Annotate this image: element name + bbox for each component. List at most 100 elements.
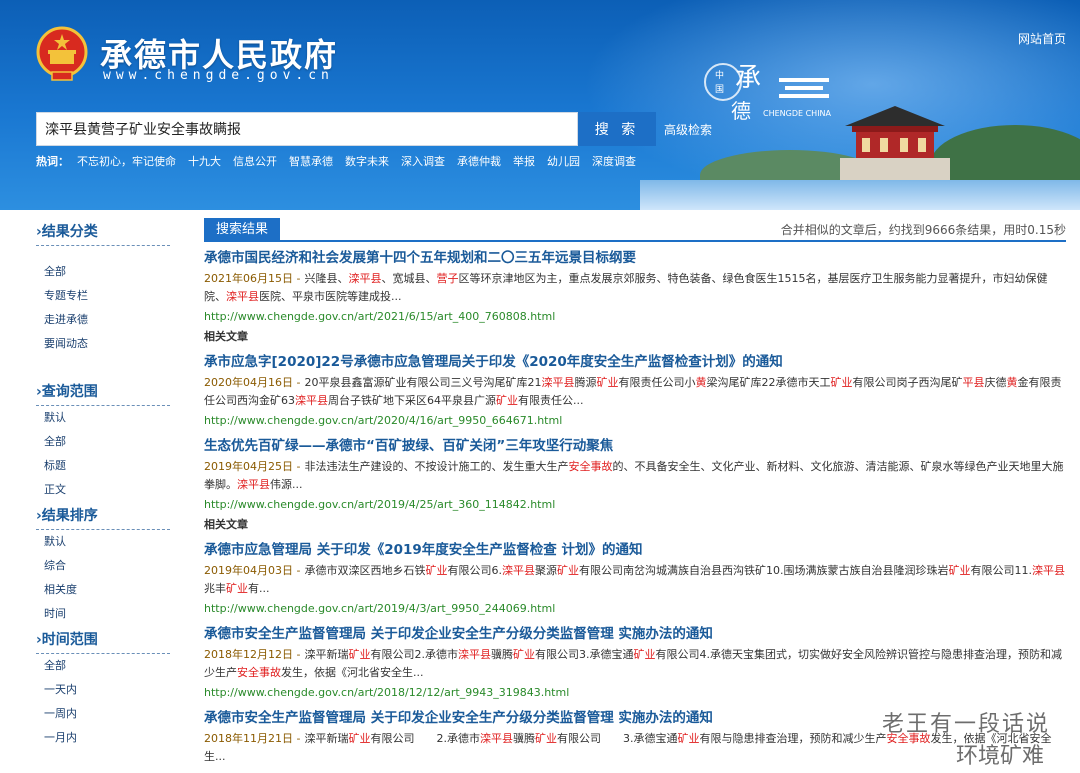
hot-word[interactable]: 信息公开	[233, 153, 277, 169]
svg-text:德: 德	[731, 99, 751, 123]
result-snippet: 2019年04月25日 - 非法违法生产建设的、不按设计施工的、发生重大生产安全事…	[204, 458, 1066, 494]
result-date: 2018年12月12日 -	[204, 648, 301, 661]
filter-item[interactable]: 正文	[36, 478, 170, 502]
keyword-highlight: 矿业	[830, 376, 853, 389]
search-input[interactable]	[36, 112, 578, 146]
search-results: 搜索结果 合并相似的文章后，约找到9666条结果，用时0.15秒 承德市国民经济…	[204, 218, 1066, 766]
keyword-highlight: 平县	[962, 376, 985, 389]
keyword-highlight: 滦平县	[479, 732, 513, 745]
site-url: www.chengde.gov.cn	[103, 68, 334, 83]
snippet-text: 有限公司 2.承德市	[370, 732, 480, 745]
keyword-highlight: 滦平县	[226, 290, 259, 303]
hot-words-label: 热词：	[36, 155, 69, 168]
filter-group-title: ›查询范围	[36, 378, 170, 406]
keyword-highlight: 滦平县	[348, 272, 382, 285]
result-snippet: 2021年06月15日 - 兴隆县、滦平县、宽城县、营子区等环京津地区为主，重点发…	[204, 270, 1066, 306]
search-button[interactable]: 搜 索	[578, 112, 656, 146]
filter-group-scope: ›查询范围 默认 全部 标题 正文	[36, 378, 170, 502]
keyword-highlight: 安全事故	[237, 666, 281, 679]
result-title-link[interactable]: 生态优先百矿绿——承德市“百矿披绿、百矿关闭”三年攻坚行动聚焦	[204, 436, 1066, 456]
result-url-link[interactable]: http://www.chengde.gov.cn/art/2019/4/25/…	[204, 496, 1066, 514]
filter-group-time: ›时间范围 全部 一天内 一周内 一月内	[36, 626, 170, 750]
results-tabbar: 搜索结果 合并相似的文章后，约找到9666条结果，用时0.15秒	[204, 218, 1066, 242]
pavilion-icon	[840, 106, 950, 180]
snippet-text: 腾源	[574, 376, 597, 389]
keyword-highlight: 矿业	[596, 376, 619, 389]
filter-item[interactable]: 全部	[36, 654, 170, 678]
result-date: 2019年04月25日 -	[204, 460, 301, 473]
keyword-highlight: 滦平县	[1031, 564, 1065, 577]
filter-item[interactable]: 默认	[36, 406, 170, 430]
filter-item[interactable]: 全部	[36, 430, 170, 454]
svg-text:国: 国	[715, 84, 724, 95]
snippet-text: 梁沟尾矿库22承德市天工	[706, 376, 831, 389]
snippet-text: 、宽城县、	[381, 272, 437, 285]
snippet-text: 有限公司11.	[970, 564, 1032, 577]
result-url-link[interactable]: http://www.chengde.gov.cn/art/2019/4/3/a…	[204, 600, 1066, 618]
result-url-link[interactable]: http://www.chengde.gov.cn/art/2020/4/16/…	[204, 412, 1066, 430]
filter-item[interactable]: 时间	[36, 602, 170, 626]
hot-word[interactable]: 十九大	[188, 153, 221, 169]
filter-item[interactable]: 一天内	[36, 678, 170, 702]
hot-word[interactable]: 不忘初心，牢记使命	[77, 153, 176, 169]
filter-item[interactable]: 综合	[36, 554, 170, 578]
keyword-highlight: 矿业	[348, 732, 371, 745]
hot-word[interactable]: 深度调查	[592, 153, 636, 169]
watermark-text: 环境矿难	[955, 744, 1044, 769]
filter-group-title: ›时间范围	[36, 626, 170, 654]
result-date: 2021年06月15日 -	[204, 272, 301, 285]
result-item: 承德市安全生产监督管理局 关于印发企业安全生产分级分类监督管理 实施办法的通知 2…	[204, 624, 1066, 702]
filter-item[interactable]: 默认	[36, 530, 170, 554]
filter-item[interactable]: 相关度	[36, 578, 170, 602]
hot-word[interactable]: 数字未来	[345, 153, 389, 169]
hot-word[interactable]: 举报	[513, 153, 535, 169]
filter-sidebar: ›结果分类 全部 专题专栏 走进承德 要闻动态 ›查询范围 默认 全部 标题 正…	[36, 218, 170, 750]
hot-word[interactable]: 幼儿园	[547, 153, 580, 169]
snippet-text: 发生，依据《河北省安全生...	[281, 666, 424, 679]
result-title-link[interactable]: 承市应急字[2020]22号承德市应急管理局关于印发《2020年度安全生产监督检…	[204, 352, 1066, 372]
keyword-highlight: 黄	[695, 376, 707, 389]
snippet-text: 20平泉县鑫富源矿业有限公司三义号沟尾矿库21	[304, 376, 542, 389]
keyword-highlight: 滦平县	[541, 376, 575, 389]
keyword-highlight: 矿业	[948, 564, 971, 577]
snippet-text: 有限公司3.承德宝通	[534, 648, 634, 661]
filter-item[interactable]: 全部	[36, 260, 170, 284]
result-title-link[interactable]: 承德市安全生产监督管理局 关于印发企业安全生产分级分类监督管理 实施办法的通知	[204, 624, 1066, 644]
filter-group-title: ›结果排序	[36, 502, 170, 530]
keyword-highlight: 滦平县	[501, 564, 535, 577]
hot-words: 热词： 不忘初心，牢记使命 十九大 信息公开 智慧承德 数字未来 深入调查 承德…	[36, 153, 636, 169]
snippet-text: 承德市双滦区西地乡石铁	[304, 564, 426, 577]
related-articles-link[interactable]: 相关文章	[204, 516, 1066, 534]
tab-search-results[interactable]: 搜索结果	[204, 218, 281, 242]
advanced-search-link[interactable]: 高级检索	[664, 121, 712, 138]
snippet-text: 有限责任公司小	[618, 376, 696, 389]
filter-item[interactable]: 标题	[36, 454, 170, 478]
result-snippet: 2020年04月16日 -20平泉县鑫富源矿业有限公司三义号沟尾矿库21滦平县腾…	[204, 374, 1066, 410]
hot-word[interactable]: 智慧承德	[289, 153, 333, 169]
keyword-highlight: 矿业	[633, 648, 656, 661]
result-url-link[interactable]: http://www.chengde.gov.cn/art/2021/6/15/…	[204, 308, 1066, 326]
related-articles-link[interactable]: 相关文章	[204, 328, 1066, 346]
snippet-text: 有限公司岗子西沟尾矿	[852, 376, 963, 389]
keyword-highlight: 矿业	[496, 394, 518, 407]
result-title-link[interactable]: 承德市应急管理局 关于印发《2019年度安全生产监督检查 计划》的通知	[204, 540, 1066, 560]
hot-word[interactable]: 承德仲裁	[457, 153, 501, 169]
snippet-text: 骥腾	[490, 648, 513, 661]
filter-item[interactable]: 要闻动态	[36, 332, 170, 356]
snippet-text: 有限公司 3.承德宝通	[556, 732, 678, 745]
keyword-highlight: 矿业	[226, 582, 248, 595]
filter-item[interactable]: 一周内	[36, 702, 170, 726]
snippet-text: 滦平新瑞	[304, 648, 349, 661]
result-url-link[interactable]: http://www.chengde.gov.cn/art/2018/12/12…	[204, 684, 1066, 702]
filter-item[interactable]: 专题专栏	[36, 284, 170, 308]
filter-item[interactable]: 走进承德	[36, 308, 170, 332]
home-link[interactable]: 网站首页	[1018, 30, 1066, 47]
filter-item[interactable]: 一月内	[36, 726, 170, 750]
hot-word[interactable]: 深入调查	[401, 153, 445, 169]
result-title-link[interactable]: 承德市国民经济和社会发展第十四个五年规划和二〇三五年远景目标纲要	[204, 248, 1066, 268]
result-item: 承德市应急管理局 关于印发《2019年度安全生产监督检查 计划》的通知 2019年…	[204, 540, 1066, 618]
filter-group-category: ›结果分类 全部 专题专栏 走进承德 要闻动态	[36, 218, 170, 356]
result-item: 承德市国民经济和社会发展第十四个五年规划和二〇三五年远景目标纲要 2021年06月…	[204, 248, 1066, 346]
result-snippet: 2019年04月03日 - 承德市双滦区西地乡石铁矿业有限公司6.滦平县聚源矿业有…	[204, 562, 1066, 598]
result-date: 2019年04月03日 -	[204, 564, 301, 577]
